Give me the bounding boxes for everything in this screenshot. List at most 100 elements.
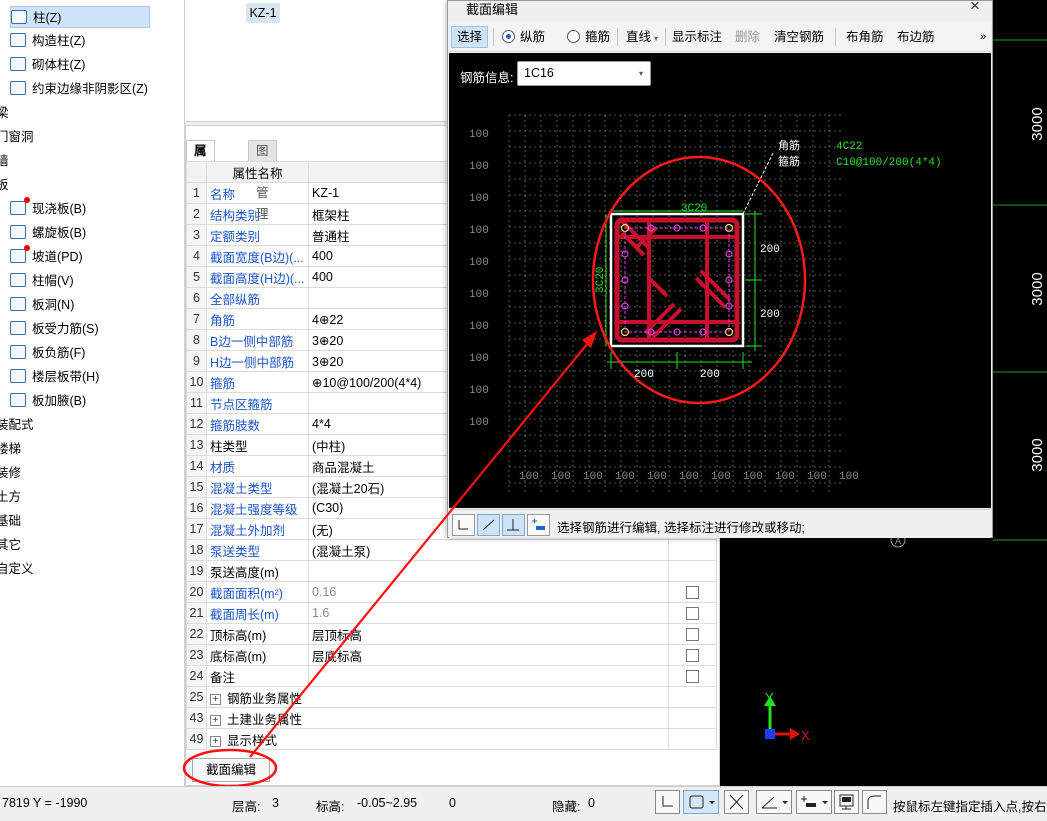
stirrup-radio[interactable]: 箍筋 — [567, 26, 610, 48]
checkbox[interactable] — [686, 649, 699, 663]
tree-item[interactable]: 坡道(PD) — [10, 245, 83, 268]
tree-item[interactable]: 板洞(N) — [10, 294, 74, 316]
property-value[interactable]: 1.6 — [308, 602, 669, 624]
tree-item[interactable]: 构造柱(Z) — [10, 30, 85, 52]
tree-item[interactable]: 其它 — [0, 534, 21, 556]
close-icon[interactable]: × — [970, 0, 980, 16]
tree-item[interactable]: 柱帽(V) — [10, 270, 74, 292]
rebar-info-select[interactable]: 1C16 ▾ — [517, 61, 651, 86]
dim-right-1[interactable]: 200 — [760, 244, 780, 256]
stirrup-annot-label[interactable]: 箍筋 — [778, 154, 800, 168]
corner-rebar-button[interactable]: 布角筋 — [846, 26, 884, 48]
tree-item[interactable]: 梁 — [0, 102, 9, 124]
property-row[interactable]: 19 泵送高度(m) — [186, 560, 717, 582]
section-edit-button[interactable]: 截面编辑 — [192, 758, 270, 782]
longitudinal-radio[interactable]: 纵筋 — [502, 26, 545, 48]
tree-item-label: 装修 — [0, 466, 22, 480]
checkbox[interactable] — [686, 670, 699, 684]
checkbox[interactable] — [686, 607, 699, 621]
property-row[interactable]: 49 + 显示样式 — [186, 728, 717, 750]
dimension-button[interactable] — [527, 514, 550, 536]
property-check-cell — [668, 707, 717, 729]
property-row[interactable]: 20 截面面积(m²) 0.16 — [186, 581, 717, 603]
status-curve-button[interactable] — [862, 790, 887, 814]
tree-item[interactable]: 门窗洞 — [0, 126, 34, 148]
property-row[interactable]: 22 顶标高(m) 层顶标高 — [186, 623, 717, 645]
stirrup-annot-value[interactable]: C10@100/200(4*4) — [836, 157, 942, 169]
tab-property-list[interactable]: 属性列表 — [186, 140, 215, 221]
select-button[interactable]: 选择 — [451, 26, 489, 48]
tree-item[interactable]: 砌体柱(Z) — [10, 54, 85, 76]
property-row[interactable]: 24 备注 — [186, 665, 717, 687]
tree-item[interactable]: 板 — [0, 174, 9, 196]
property-value[interactable]: (混凝土泵) — [308, 539, 669, 561]
tree-item[interactable]: 楼梯 — [0, 438, 21, 460]
dim-bottom-1[interactable]: 200 — [634, 369, 654, 381]
status-display-button[interactable] — [834, 790, 859, 814]
component-chip[interactable]: KZ-1 — [246, 3, 280, 23]
status-shape-dropdown[interactable] — [683, 790, 719, 814]
tree-item[interactable]: 墙 — [0, 150, 9, 172]
tree-item[interactable]: 约束边缘非阴影区(Z) — [10, 78, 148, 100]
line-dropdown[interactable]: 直线 ▾ — [626, 26, 658, 48]
property-name: 节点区箍筋 — [206, 392, 309, 414]
checkbox[interactable] — [686, 628, 699, 642]
property-row[interactable]: 21 截面周长(m) 1.6 — [186, 602, 717, 624]
property-value[interactable] — [308, 560, 669, 582]
property-name: H边一侧中部筋 — [206, 350, 309, 372]
line-draw-button[interactable] — [477, 514, 500, 536]
property-value[interactable]: 层底标高 — [308, 644, 669, 666]
tree-item[interactable]: 土方 — [0, 486, 21, 508]
tree-item[interactable]: 柱(Z) — [10, 6, 150, 28]
property-value[interactable]: 层顶标高 — [308, 623, 669, 645]
property-value[interactable] — [308, 665, 669, 687]
status-angle-dropdown[interactable] — [756, 790, 792, 814]
top-rebar-label[interactable]: 3C20 — [681, 203, 707, 215]
delete-button[interactable]: 删除 — [735, 26, 760, 48]
checkbox[interactable] — [686, 586, 699, 600]
show-label-button[interactable]: 显示标注 — [672, 26, 722, 48]
tree-item[interactable]: 板受力筋(S) — [10, 318, 99, 340]
clear-rebar-button[interactable]: 清空钢筋 — [774, 26, 824, 48]
tree-item[interactable]: 装配式 — [0, 414, 34, 436]
edge-rebar-button[interactable]: 布边筋 — [897, 26, 935, 48]
orthogonal-button[interactable] — [452, 514, 475, 536]
status-ortho-button[interactable] — [655, 790, 680, 814]
tree-item-label: 梁 — [0, 106, 9, 120]
property-row[interactable]: 25 + 钢筋业务属性 — [186, 686, 717, 708]
property-row[interactable]: 18 泵送类型 (混凝土泵) — [186, 539, 717, 561]
tab-layer-management[interactable]: 图层管理 — [248, 140, 277, 221]
tree-item[interactable]: 楼层板带(H) — [10, 366, 99, 388]
expand-icon[interactable]: + — [210, 735, 221, 747]
section-canvas[interactable]: 100 100 100 100 100 100 100 100 100 100 100 100 100 1… — [449, 53, 991, 508]
toolbar-overflow-icon[interactable]: » — [980, 26, 986, 48]
tree-item[interactable]: 装修 — [0, 462, 21, 484]
tree-item[interactable]: 板加腋(B) — [10, 390, 86, 412]
property-name: 混凝土强度等级 — [206, 497, 309, 519]
slab-stress-rebar-icon — [10, 321, 26, 335]
property-row[interactable]: 23 底标高(m) 层底标高 — [186, 644, 717, 666]
dim-right-2[interactable]: 200 — [760, 309, 780, 321]
tree-item[interactable]: 基础 — [0, 510, 21, 532]
status-dimension-dropdown[interactable] — [796, 790, 832, 814]
row-number: 21 — [186, 602, 207, 624]
left-rebar-label[interactable]: 3C20 — [595, 267, 607, 293]
status-cross-button[interactable] — [724, 790, 749, 814]
property-row[interactable]: 43 + 土建业务属性 — [186, 707, 717, 729]
grid-label: 100 — [469, 225, 489, 237]
tree-item[interactable]: 板负筋(F) — [10, 342, 85, 364]
corner-rebar-value[interactable]: 4C22 — [836, 141, 862, 153]
property-name: 柱类型 — [206, 434, 309, 456]
corner-icon — [662, 796, 673, 807]
expand-icon[interactable]: + — [210, 714, 221, 726]
dim-bottom-2[interactable]: 200 — [700, 369, 720, 381]
property-value[interactable]: 0.16 — [308, 581, 669, 603]
tree-item[interactable]: 自定义 — [0, 558, 34, 580]
dialog-titlebar[interactable]: 截面编辑 × — [448, 0, 994, 17]
tree-item[interactable]: 螺旋板(B) — [10, 222, 86, 244]
perpendicular-button[interactable] — [502, 514, 525, 536]
property-name: 顶标高(m) — [206, 623, 309, 645]
tree-item[interactable]: 现浇板(B) — [10, 197, 86, 220]
expand-icon[interactable]: + — [210, 693, 221, 705]
corner-rebar-label[interactable]: 角筋 — [778, 138, 800, 152]
